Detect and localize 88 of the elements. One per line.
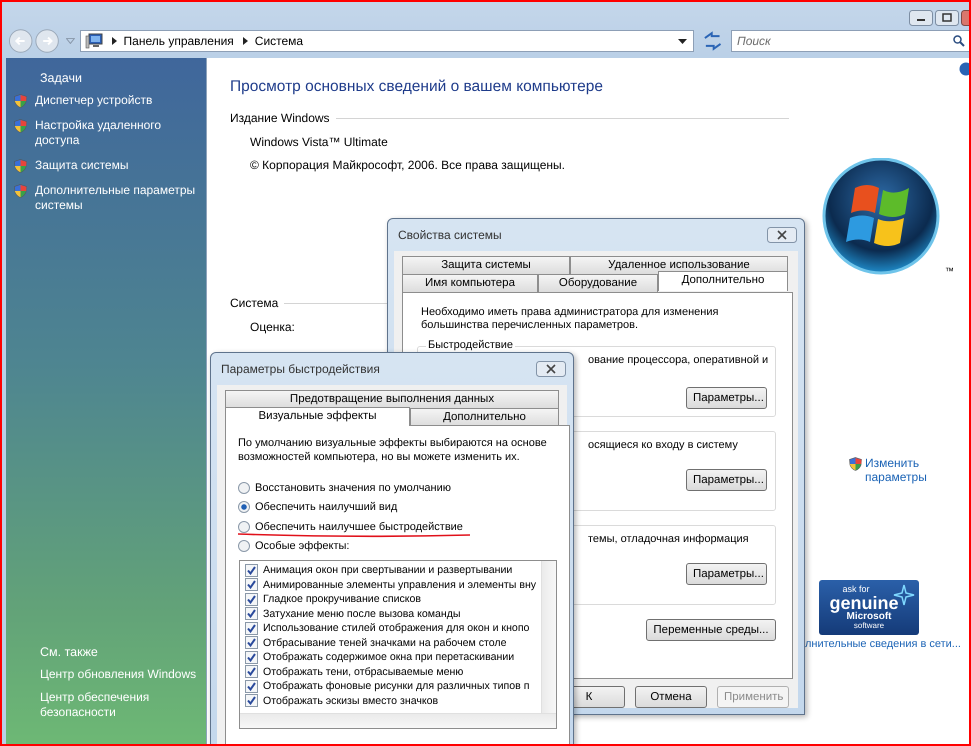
settings-button[interactable]: Параметры... — [686, 469, 767, 491]
page-heading: Просмотр основных сведений о вашем компьютере — [230, 78, 604, 96]
shield-icon — [14, 184, 27, 198]
close-button[interactable] — [767, 227, 797, 243]
checkbox[interactable] — [245, 650, 258, 664]
shield-icon — [14, 119, 27, 133]
badge-text: genuine — [829, 594, 898, 612]
dialog-title: Параметры быстродействия — [221, 362, 380, 376]
checkbox[interactable] — [245, 680, 258, 693]
settings-button[interactable]: Параметры... — [686, 387, 767, 409]
checkbox[interactable] — [245, 622, 258, 635]
section-title: Система — [230, 296, 278, 310]
effect-label: Отбрасывание теней значками на рабочем столе — [263, 636, 506, 649]
effect-label: Отображать фоновые рисунки для различных типов п — [263, 680, 530, 692]
effect-label: Отображать эскизы вместо значков — [263, 694, 438, 707]
radio-button[interactable] — [238, 482, 250, 494]
breadcrumb[interactable]: Панель управления — [124, 34, 234, 48]
sidebar-link[interactable]: Дополнительные параметры системы — [35, 183, 200, 213]
sidebar-link[interactable]: Настройка удаленного доступа — [35, 118, 200, 148]
vertical-scrollbar[interactable] — [541, 561, 556, 713]
description-text: По умолчанию визуальные эффекты выбираются на основе возможностей компьютера, но вы можете изменить их. — [238, 436, 548, 464]
checkbox[interactable] — [245, 636, 258, 650]
checkbox[interactable] — [245, 694, 258, 708]
info-text: © Корпорация Майкрософт, 2006. Все права защищены. — [250, 158, 566, 172]
online-info-link[interactable]: лнительные сведения в сети... — [805, 638, 961, 650]
tab[interactable]: Оборудование — [538, 274, 658, 292]
settings-button[interactable]: Параметры... — [686, 563, 767, 585]
minimize-button[interactable] — [909, 10, 933, 26]
change-settings-link[interactable]: Изменить параметры — [865, 456, 945, 484]
section-title: Издание Windows — [230, 111, 330, 125]
info-text: Оценка: — [250, 320, 295, 334]
tab[interactable]: Имя компьютера — [402, 274, 538, 292]
option-label[interactable]: Восстановить значения по умолчанию — [255, 482, 452, 494]
effect-label: Гладкое прокручивание списков — [263, 593, 422, 606]
chevron-icon — [242, 37, 248, 45]
radio-button[interactable] — [238, 520, 250, 533]
effect-label: Отображать содержимое окна при перетаскивании — [263, 651, 514, 664]
checkbox[interactable] — [245, 564, 258, 577]
badge-text: ask for — [842, 585, 870, 594]
address-bar[interactable]: Панель управления Система — [80, 30, 694, 52]
sidebar-heading: См. также — [39, 645, 99, 659]
tab[interactable]: Дополнительно — [658, 271, 788, 291]
tab[interactable]: Защита системы — [402, 256, 570, 274]
effect-label: Анимированные элементы управления и элементы вну — [263, 578, 536, 591]
radio-button[interactable] — [238, 501, 250, 514]
group-text: темы, отладочная информация — [588, 532, 749, 546]
shield-icon — [849, 457, 862, 471]
tab[interactable]: Дополнительно — [410, 408, 559, 426]
dropdown-arrow-icon[interactable] — [678, 38, 687, 44]
tab[interactable]: Визуальные эффекты — [225, 407, 410, 426]
computer-icon — [84, 33, 103, 49]
dialog-button[interactable]: Отмена — [635, 686, 707, 708]
option-label[interactable]: Особые эффекты: — [255, 540, 350, 552]
notice-text: Необходимо иметь права администратора для изменения большинства перечисленных параметров. — [421, 306, 720, 332]
effect-label: Использование стилей отображения для окон и кнопо — [263, 622, 530, 634]
trademark-sign: ™ — [945, 266, 954, 276]
sidebar-link[interactable]: Защита системы — [35, 158, 128, 173]
search-field[interactable]: Поиск — [731, 30, 971, 52]
group-text: ование процессора, оперативной и — [588, 353, 768, 367]
shield-icon — [14, 159, 27, 173]
breadcrumb[interactable]: Система — [254, 34, 304, 48]
chevron-icon — [112, 37, 117, 45]
horizontal-scrollbar[interactable] — [240, 713, 556, 728]
shield-icon — [14, 94, 27, 108]
maximize-button[interactable] — [935, 10, 959, 26]
search-icon — [953, 35, 965, 47]
radio-button[interactable] — [238, 540, 250, 552]
checkbox[interactable] — [245, 607, 258, 620]
effect-label: Отображать тени, отбрасываемые меню — [263, 666, 464, 678]
environment-variables-button[interactable]: Переменные среды... — [646, 619, 776, 641]
info-text: Windows Vista™ Ultimate — [250, 135, 388, 149]
tab[interactable]: Предотвращение выполнения данных — [225, 390, 559, 408]
group-text: осящиеся ко входу в систему — [588, 438, 738, 452]
checkbox[interactable] — [245, 665, 258, 678]
sidebar-link[interactable]: Диспетчер устройств — [35, 93, 152, 108]
badge-text: Microsoft — [846, 612, 892, 622]
checkbox[interactable] — [245, 578, 258, 592]
close-button[interactable] — [536, 361, 566, 377]
tab[interactable]: Удаленное использование — [570, 256, 788, 274]
option-label[interactable]: Обеспечить наилучшее быстродействие — [255, 520, 463, 533]
sidebar-heading: Задачи — [39, 71, 83, 85]
effect-label: Затухание меню после вызова команды — [263, 608, 461, 620]
badge-text: software — [854, 622, 884, 630]
option-label[interactable]: Обеспечить наилучший вид — [255, 501, 398, 514]
group-label: Быстродействие — [426, 339, 515, 351]
effect-label: Анимация окон при свертывании и развертывании — [263, 564, 512, 576]
dialog-title: Свойства системы — [398, 228, 502, 242]
checkbox[interactable] — [245, 592, 258, 606]
